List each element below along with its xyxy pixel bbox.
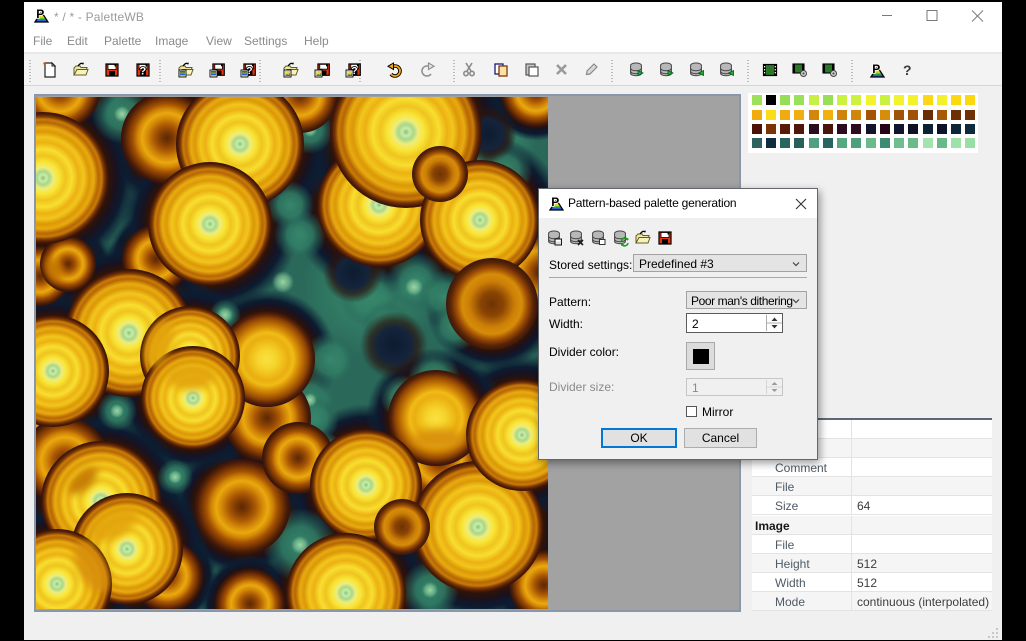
svg-text:P: P [551,195,559,209]
svg-text:P: P [36,7,44,21]
svg-text:?: ? [903,62,912,78]
svg-text:?: ? [140,66,147,78]
svg-text:P: P [872,62,880,76]
